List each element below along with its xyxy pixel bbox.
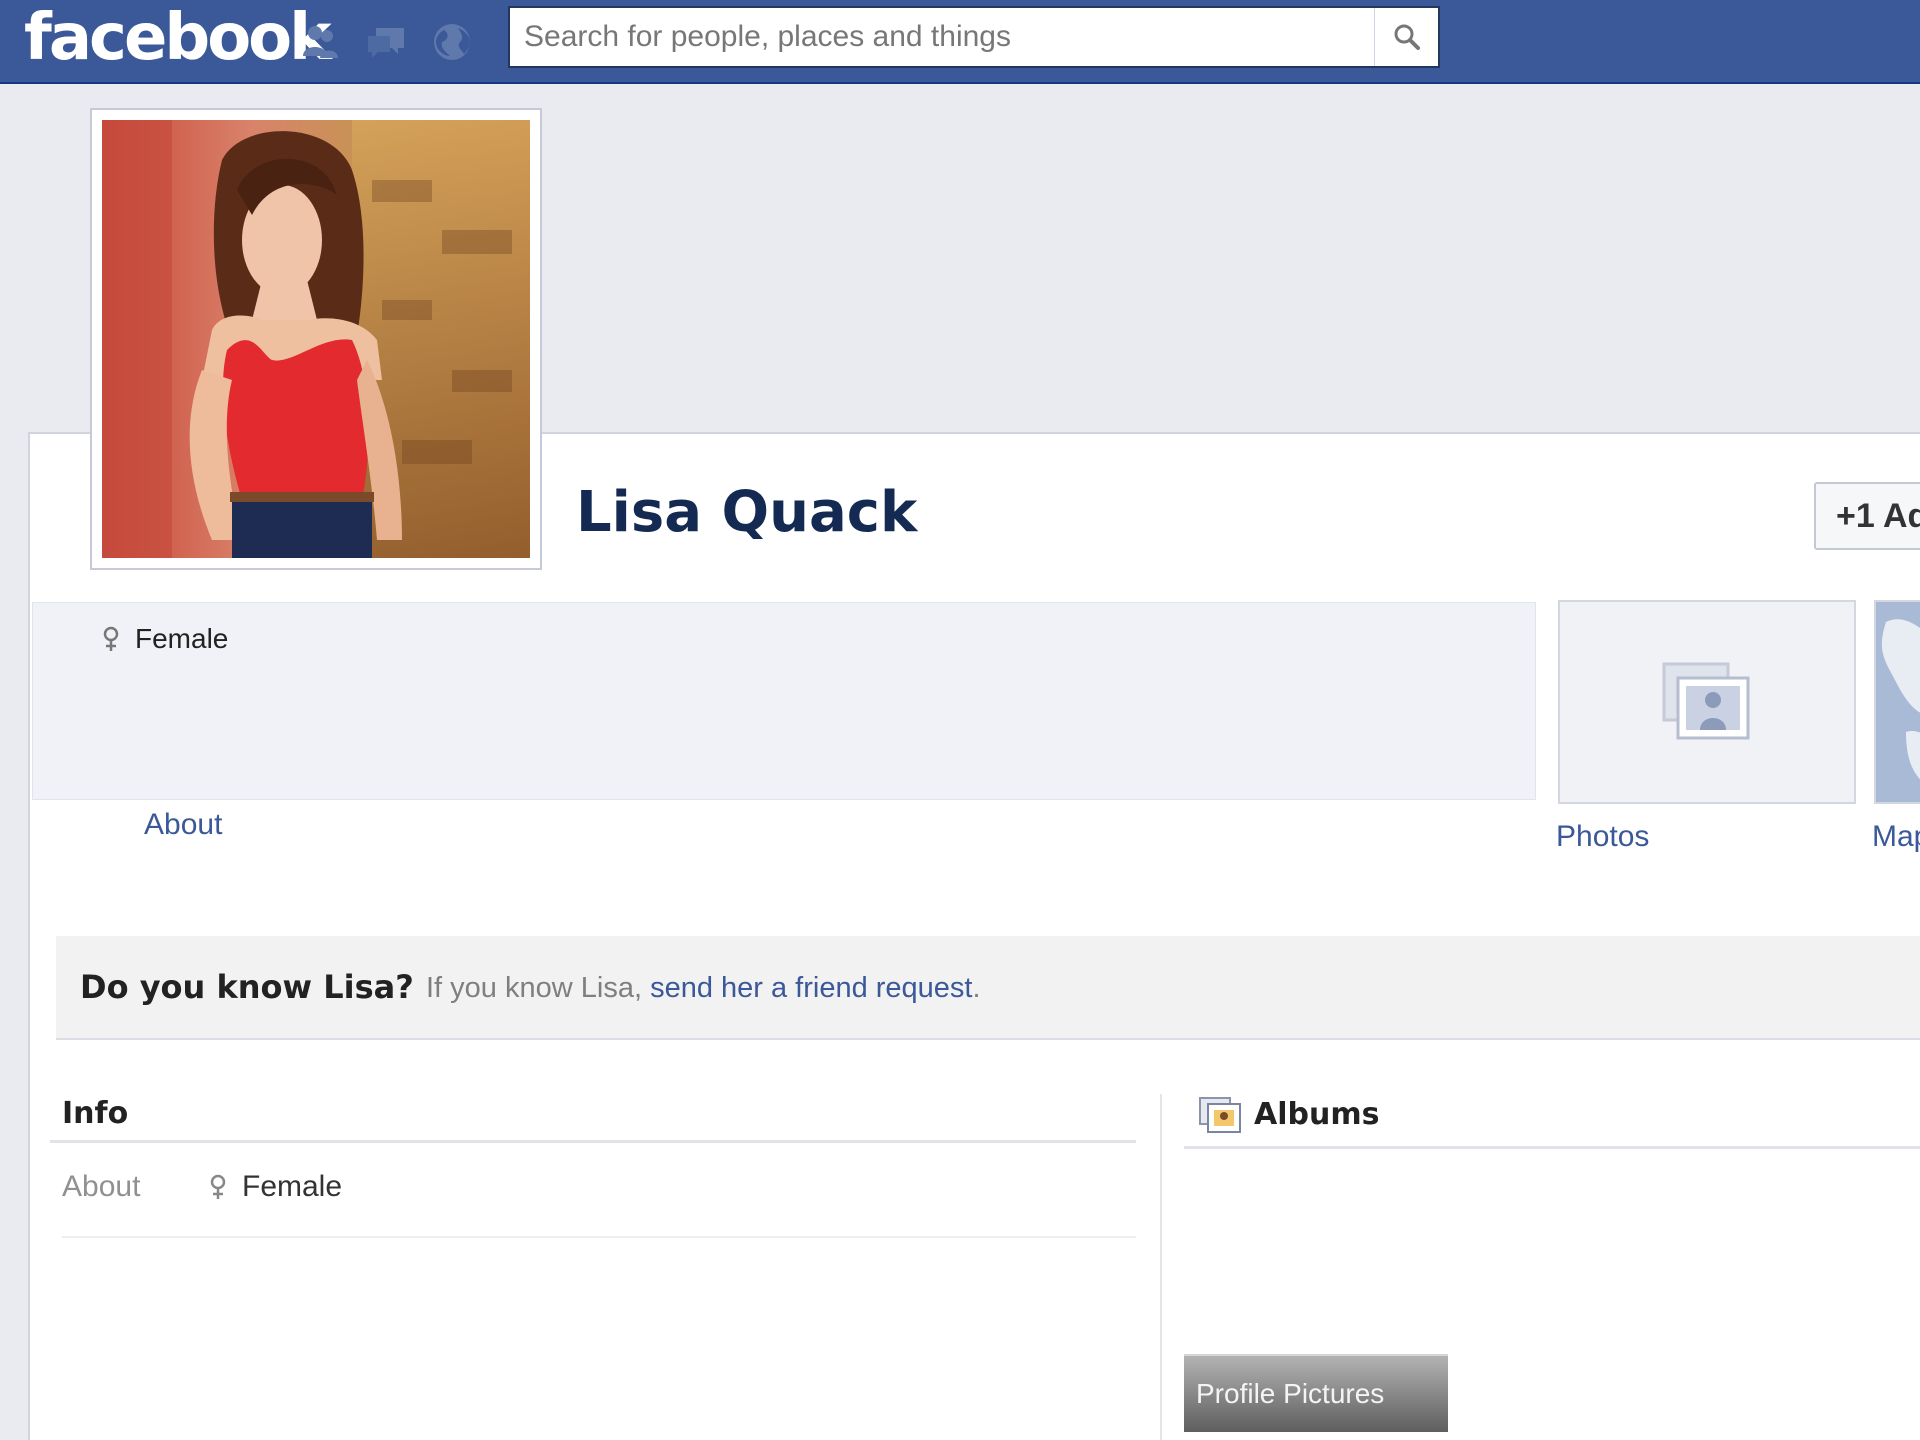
- photos-tile[interactable]: [1558, 600, 1856, 804]
- profile-name[interactable]: Lisa Quack: [576, 480, 917, 545]
- know-text: If you know Lisa, send her a friend requ…: [426, 972, 981, 1005]
- female-icon: [103, 626, 119, 651]
- album-profile-pictures[interactable]: Profile Pictures: [1184, 1354, 1448, 1432]
- add-friend-button[interactable]: +1 Ad: [1814, 482, 1920, 550]
- info-divider: [50, 1140, 1136, 1143]
- search-input[interactable]: [510, 8, 1376, 66]
- friend-suggestion-bar: Do you know Lisa? If you know Lisa, send…: [56, 936, 1920, 1040]
- albums-icon: [1199, 1097, 1241, 1133]
- tile-label-map[interactable]: Map: [1872, 820, 1920, 854]
- info-heading: Info: [62, 1096, 129, 1131]
- profile-photo-image: [102, 120, 530, 558]
- info-gender-text: Female: [242, 1170, 343, 1203]
- facebook-logo[interactable]: facebook: [24, 2, 332, 74]
- notifications-globe-icon[interactable]: [430, 20, 474, 64]
- about-link[interactable]: About: [144, 808, 222, 842]
- about-summary-box: Female: [32, 602, 1536, 800]
- know-suffix: .: [972, 972, 981, 1004]
- photos-icon: [1662, 662, 1750, 740]
- albums-heading: Albums: [1198, 1094, 1379, 1134]
- info-row-divider: [62, 1236, 1136, 1238]
- search-button[interactable]: [1374, 8, 1438, 66]
- info-about-label: About: [62, 1170, 141, 1203]
- info-gender-value: Female: [208, 1170, 342, 1204]
- friend-requests-icon[interactable]: [298, 20, 342, 64]
- albums-heading-text: Albums: [1254, 1096, 1380, 1132]
- search-box: [508, 6, 1440, 68]
- gender-row: Female: [101, 623, 228, 655]
- column-divider: [1160, 1094, 1162, 1440]
- profile-picture[interactable]: [90, 108, 542, 570]
- gender-value: Female: [135, 623, 229, 654]
- albums-divider: [1184, 1146, 1920, 1149]
- tile-label-photos[interactable]: Photos: [1556, 820, 1649, 854]
- map-tile[interactable]: [1874, 600, 1920, 804]
- send-friend-request-link[interactable]: send her a friend request: [650, 972, 972, 1004]
- female-icon: [210, 1174, 226, 1199]
- top-navigation-bar: facebook: [0, 0, 1920, 84]
- messages-icon[interactable]: [364, 20, 408, 64]
- search-icon: [1394, 24, 1420, 50]
- know-prompt: If you know Lisa,: [426, 972, 642, 1004]
- map-icon: [1876, 602, 1920, 802]
- know-title: Do you know Lisa?: [80, 968, 414, 1006]
